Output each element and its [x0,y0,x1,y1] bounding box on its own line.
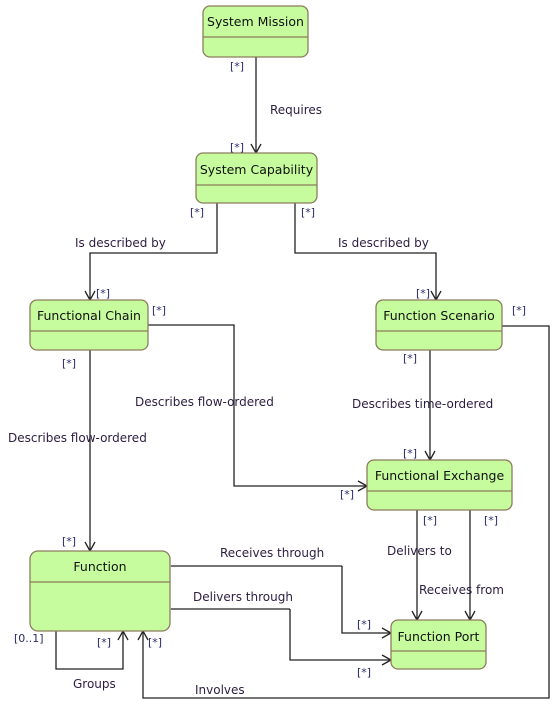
edge-label: Receives through [220,546,324,560]
class-title: Function Scenario [383,308,494,323]
edge-groups[interactable]: [0..1] [*] Groups [14,629,129,691]
edge-label: Describes flow-ordered [135,395,274,409]
multiplicity: [*] [357,666,371,679]
class-function[interactable]: Function [29,550,171,632]
class-system-capability[interactable]: System Capability [195,152,318,204]
multiplicity: [*] [230,141,244,154]
multiplicity: [*] [62,535,76,548]
class-function-port[interactable]: Function Port [390,619,487,670]
multiplicity: [*] [357,618,371,631]
multiplicity: [*] [301,206,315,219]
multiplicity: [*] [484,514,498,527]
edge-label: Describes time-ordered [352,397,493,411]
edge-label: Receives from [419,583,504,597]
class-function-scenario[interactable]: Function Scenario [375,299,503,351]
class-functional-chain[interactable]: Functional Chain [29,299,149,351]
edge-scenario-exchange[interactable]: [*] Describes time-ordered [*] [352,350,493,462]
edge-delivers-to[interactable]: [*] Delivers to [387,510,452,622]
multiplicity: [*] [340,488,354,501]
edge-delivers-through[interactable]: Delivers through [*] [157,590,393,679]
multiplicity: [*] [190,206,204,219]
edge-requires[interactable]: [*] Requires [*] [230,57,322,155]
edge-label: Delivers to [387,544,452,558]
multiplicity: [0..1] [14,632,44,645]
edge-capability-scenario[interactable]: [*] Is described by [*] [294,203,442,302]
multiplicity: [*] [97,636,111,649]
edge-capability-chain[interactable]: [*] Is described by [*] [75,203,218,302]
edge-label: Requires [270,103,322,117]
multiplicity: [*] [148,636,162,649]
edge-chain-exchange[interactable]: [*] Describes flow-ordered [*] [135,304,369,501]
multiplicity: [*] [152,304,166,317]
edge-label: Is described by [338,236,429,250]
edge-chain-function[interactable]: [*] Describes flow-ordered [*] [8,350,147,553]
class-system-mission[interactable]: System Mission [202,5,309,58]
multiplicity: [*] [512,304,526,317]
class-title: Functional Exchange [375,468,505,483]
multiplicity: [*] [230,60,244,73]
multiplicity: [*] [416,287,430,300]
multiplicity: [*] [403,447,417,460]
class-title: Function [73,559,126,574]
class-title: Function Port [398,629,480,644]
class-title: System Capability [200,162,314,177]
class-diagram: [*] Requires [*] [*] Is described by [*]… [8,5,550,699]
edge-label: Describes flow-ordered [8,431,147,445]
class-title: System Mission [207,14,304,29]
multiplicity: [*] [403,352,417,365]
multiplicity: [*] [62,357,76,370]
class-functional-exchange[interactable]: Functional Exchange [366,459,513,511]
edge-label: Groups [73,677,116,691]
multiplicity: [*] [423,514,437,527]
multiplicity: [*] [96,287,110,300]
edge-label: Is described by [75,236,166,250]
class-title: Functional Chain [37,308,141,323]
edge-label: Involves [195,683,245,697]
edge-label: Delivers through [193,590,293,604]
